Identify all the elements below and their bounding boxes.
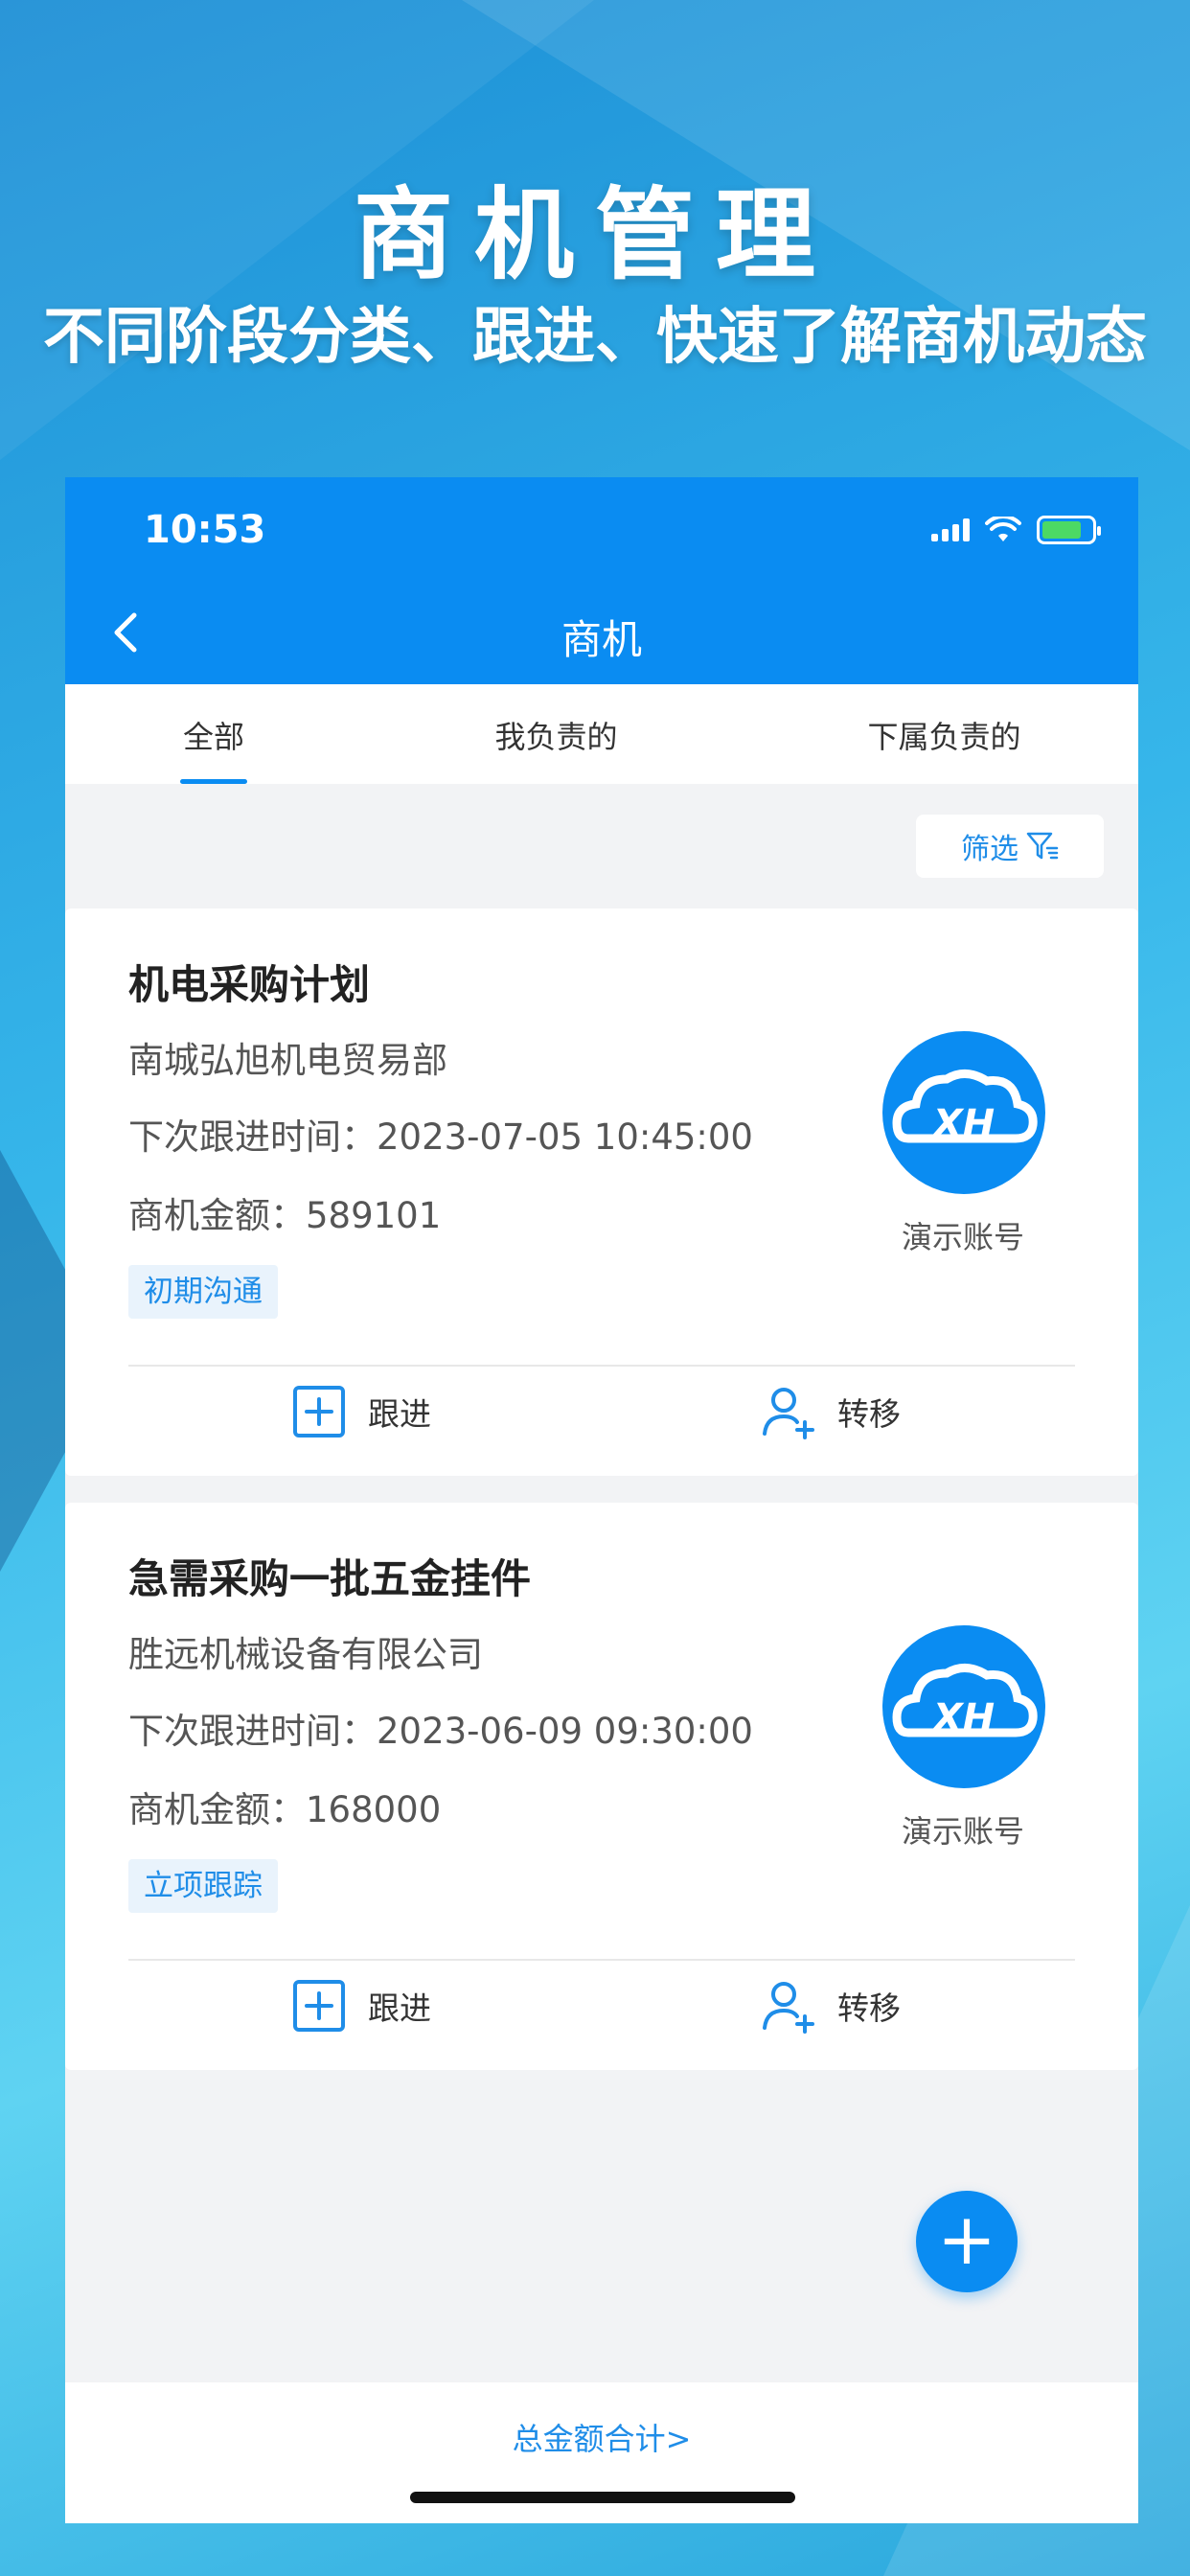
status-bar: 10:53	[65, 477, 1138, 583]
add-opportunity-button[interactable]: +	[916, 2191, 1018, 2292]
add-user-icon	[763, 1388, 814, 1439]
phone-screen: 10:53 商机 全部 我负责的 下属负责的 筛选 机电采购计划 南城弘旭机电贸…	[65, 477, 1138, 2523]
follow-up-label: 跟进	[368, 1990, 431, 2027]
transfer-label: 转移	[837, 1990, 901, 2027]
filter-button[interactable]: 筛选	[916, 815, 1104, 878]
stage-badge: 初期沟通	[128, 1265, 278, 1319]
tab-bar: 全部 我负责的 下属负责的	[65, 684, 1138, 784]
transfer-button[interactable]: 转移	[761, 1978, 901, 2034]
transfer-button[interactable]: 转移	[761, 1384, 901, 1439]
divider	[128, 1959, 1075, 1961]
page-title: 商机	[561, 616, 642, 663]
next-follow-time: 下次跟进时间：2023-06-09 09:30:00	[128, 1711, 753, 1752]
avatar: XH	[882, 1031, 1045, 1194]
filter-icon	[1026, 832, 1059, 860]
transfer-label: 转移	[837, 1395, 901, 1433]
bottom-bar: 总金额合计>	[65, 2382, 1138, 2523]
signal-icon	[931, 518, 970, 541]
hero-subtitle: 不同阶段分类、跟进、快速了解商机动态	[43, 302, 1147, 373]
wifi-icon	[985, 517, 1021, 541]
plus-square-icon	[293, 1386, 345, 1438]
battery-icon	[1037, 516, 1101, 544]
nav-bar: 商机	[65, 583, 1138, 684]
status-icons	[931, 516, 1101, 544]
tab-mine[interactable]: 我负责的	[362, 684, 750, 784]
stage-badge: 立项跟踪	[128, 1859, 278, 1913]
owner-name: 演示账号	[901, 1219, 1024, 1255]
tab-all[interactable]: 全部	[65, 684, 362, 784]
divider	[128, 1365, 1075, 1367]
next-follow-time: 下次跟进时间：2023-07-05 10:45:00	[128, 1116, 753, 1158]
company-name: 胜远机械设备有限公司	[128, 1634, 483, 1675]
follow-up-label: 跟进	[368, 1395, 431, 1433]
status-time: 10:53	[144, 508, 266, 552]
opportunity-card[interactable]: 机电采购计划 南城弘旭机电贸易部 下次跟进时间：2023-07-05 10:45…	[65, 908, 1138, 1476]
company-name: 南城弘旭机电贸易部	[128, 1040, 447, 1081]
add-user-icon	[763, 1982, 814, 2034]
card-title: 机电采购计划	[128, 961, 371, 1008]
filter-label: 筛选	[961, 833, 1018, 866]
owner-name: 演示账号	[901, 1813, 1024, 1850]
opportunity-card[interactable]: 急需采购一批五金挂件 胜远机械设备有限公司 下次跟进时间：2023-06-09 …	[65, 1503, 1138, 2070]
hero-title: 商机管理	[353, 176, 836, 293]
opportunity-amount: 商机金额：589101	[128, 1195, 442, 1236]
avatar: XH	[882, 1625, 1045, 1788]
avatar-logo-text: XH	[930, 1102, 995, 1146]
plus-square-icon	[293, 1980, 345, 2032]
tab-subordinates[interactable]: 下属负责的	[750, 684, 1138, 784]
total-amount-link[interactable]: 总金额合计>	[65, 2415, 1138, 2459]
avatar-logo-text: XH	[930, 1696, 995, 1740]
card-title: 急需采购一批五金挂件	[128, 1555, 532, 1602]
follow-up-button[interactable]: 跟进	[291, 1384, 431, 1439]
opportunity-amount: 商机金额：168000	[128, 1789, 442, 1830]
home-indicator	[410, 2492, 795, 2503]
follow-up-button[interactable]: 跟进	[291, 1978, 431, 2034]
